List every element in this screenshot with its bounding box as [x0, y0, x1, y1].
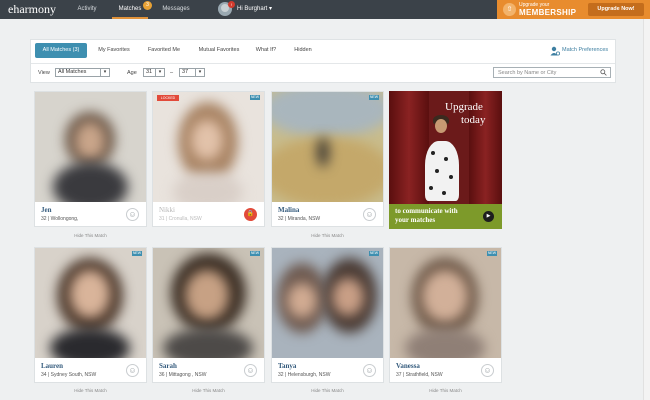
notification-badge: ! — [228, 1, 235, 8]
match-age-location: 31 | Cronulla, NSW — [159, 216, 202, 222]
age-label: Age — [127, 70, 137, 76]
hide-match-link[interactable]: Hide This Match — [271, 388, 384, 393]
view-label: View — [38, 70, 50, 76]
tab-mutual-favorites[interactable]: Mutual Favorites — [194, 43, 244, 58]
smile-icon[interactable]: ☺ — [481, 364, 494, 377]
match-card-sarah[interactable]: NEW Sarah 36 | Mittagong , NSW ☺ — [152, 247, 265, 383]
chevron-down-icon: ▾ — [100, 69, 109, 76]
hide-match-link[interactable]: Hide This Match — [34, 233, 147, 238]
nav-messages[interactable]: Messages — [158, 0, 194, 19]
match-name[interactable]: Jen — [41, 206, 52, 214]
smile-icon[interactable]: ☺ — [244, 364, 257, 377]
view-select-value: All Matches — [58, 69, 87, 75]
match-name[interactable]: Malina — [278, 206, 299, 214]
chevron-down-icon: ▾ — [195, 69, 204, 76]
match-preferences-link[interactable]: Match Preferences — [562, 47, 608, 53]
match-card-tanya[interactable]: NEW Tanya 32 | Helensburgh, NSW ☺ — [271, 247, 384, 383]
age-range-dash: – — [170, 70, 174, 76]
tab-my-favorites[interactable]: My Favorites — [94, 43, 134, 58]
promo-line2: your matches — [395, 216, 436, 224]
promo-title-upgrade: Upgrade — [445, 101, 483, 113]
tab-all-matches[interactable]: All Matches (3) — [35, 43, 87, 58]
age-max-value: 37 — [182, 69, 189, 75]
new-tag: NEW — [132, 251, 142, 256]
promo-title-today: today — [461, 114, 486, 126]
person-settings-icon[interactable] — [550, 46, 560, 56]
lock-icon[interactable]: 🔒 — [244, 208, 257, 221]
new-tag: NEW — [487, 251, 497, 256]
profile-photo[interactable] — [272, 92, 383, 202]
match-name[interactable]: Lauren — [41, 362, 63, 370]
match-card-malina[interactable]: NEW Malina 32 | Miranda, NSW ☺ — [271, 91, 384, 227]
eharmony-logo[interactable]: eharmony — [8, 2, 56, 17]
nav-activity[interactable]: Activity — [72, 0, 102, 19]
smile-icon[interactable]: ☺ — [363, 208, 376, 221]
panel-divider — [31, 63, 615, 64]
smile-icon[interactable]: ☺ — [126, 208, 139, 221]
user-menu[interactable]: Hi Burghart ▾ — [237, 0, 272, 19]
caret-down-icon: ▾ — [269, 6, 273, 12]
match-card-nikki[interactable]: LOCKED NEW Nikki 31 | Cronulla, NSW 🔒 — [152, 91, 265, 227]
match-age-location: 37 | Strathfield, NSW — [396, 372, 443, 378]
view-select[interactable]: All Matches ▾ — [55, 68, 110, 77]
page-scrollbar[interactable] — [643, 19, 650, 400]
chevron-down-icon: ▾ — [155, 69, 164, 76]
match-age-location: 34 | Sydney South, NSW — [41, 372, 97, 378]
match-age-location: 32 | Miranda, NSW — [278, 216, 321, 222]
upgrade-line2: MEMBERSHIP — [519, 8, 577, 17]
play-icon[interactable]: ▶ — [483, 211, 494, 222]
match-age-location: 32 | Helensburgh, NSW — [278, 372, 331, 378]
profile-photo[interactable] — [153, 92, 264, 202]
hide-match-link[interactable]: Hide This Match — [34, 388, 147, 393]
tab-hidden[interactable]: Hidden — [290, 43, 316, 58]
matches-count-badge: 3 — [143, 1, 152, 10]
search-input[interactable]: Search by Name or City — [493, 67, 611, 78]
match-name[interactable]: Nikki — [159, 206, 175, 214]
hide-match-link[interactable]: Hide This Match — [271, 233, 384, 238]
upgrade-now-button[interactable]: Upgrade Now! — [588, 3, 644, 16]
profile-photo[interactable] — [35, 248, 146, 358]
new-tag: NEW — [369, 95, 379, 100]
match-card-vanessa[interactable]: NEW Vanessa 37 | Strathfield, NSW ☺ — [389, 247, 502, 383]
upgrade-arrow-icon: ⇧ — [503, 3, 516, 16]
match-age-location: 32 | Wollongong, — [41, 216, 79, 222]
user-greeting: Hi Burghart — [237, 6, 268, 12]
new-tag: NEW — [250, 95, 260, 100]
age-max-select[interactable]: 37 ▾ — [179, 68, 205, 77]
tab-favorited-me[interactable]: Favorited Me — [144, 43, 184, 58]
match-name[interactable]: Tanya — [278, 362, 296, 370]
profile-photo[interactable] — [35, 92, 146, 202]
match-card-lauren[interactable]: NEW Lauren 34 | Sydney South, NSW ☺ — [34, 247, 147, 383]
tab-what-if[interactable]: What If? — [252, 43, 280, 58]
match-name[interactable]: Sarah — [159, 362, 177, 370]
new-tag: NEW — [369, 251, 379, 256]
age-min-select[interactable]: 31 ▾ — [143, 68, 165, 77]
smile-icon[interactable]: ☺ — [363, 364, 376, 377]
match-card-jen[interactable]: Jen 32 | Wollongong, ☺ — [34, 91, 147, 227]
hide-match-link[interactable]: Hide This Match — [389, 388, 502, 393]
match-age-location: 36 | Mittagong , NSW — [159, 372, 207, 378]
promo-line1: to communicate with — [395, 207, 458, 215]
search-icon[interactable] — [600, 69, 607, 76]
age-min-value: 31 — [146, 69, 153, 75]
profile-photo[interactable] — [272, 248, 383, 358]
locked-tag: LOCKED — [157, 95, 179, 101]
new-tag: NEW — [250, 251, 260, 256]
match-name[interactable]: Vanessa — [396, 362, 420, 370]
smile-icon[interactable]: ☺ — [126, 364, 139, 377]
hide-match-link[interactable]: Hide This Match — [152, 388, 265, 393]
profile-photo[interactable] — [390, 248, 501, 358]
search-placeholder: Search by Name or City — [498, 70, 557, 76]
profile-photo[interactable] — [153, 248, 264, 358]
